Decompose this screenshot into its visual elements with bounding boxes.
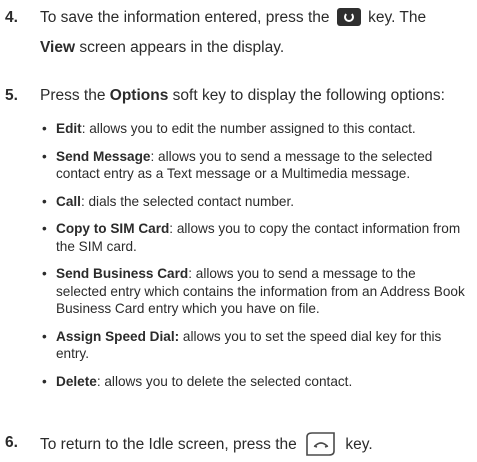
manual-page: 4. To save the information entered, pres…: [0, 0, 477, 462]
option-item: • Call: dials the selected contact number…: [40, 193, 470, 211]
step-text-end: soft key to display the following option…: [168, 87, 445, 104]
view-label: View: [40, 39, 76, 56]
bullet-icon: •: [42, 221, 47, 236]
step-text-end: key.: [345, 436, 373, 453]
option-desc: : allows you to edit the number assigned…: [81, 121, 416, 136]
option-item: • Copy to SIM Card: allows you to copy th…: [40, 220, 470, 255]
step-text: To return to the Idle screen, press the …: [40, 431, 473, 457]
option-label: Copy to SIM Card: [56, 221, 170, 236]
step-number: 5.: [5, 87, 18, 104]
bullet-icon: •: [42, 373, 47, 389]
option-item: • Edit: allows you to edit the number ass…: [40, 120, 470, 138]
ok-key-icon: [336, 8, 361, 26]
option-item: • Assign Speed Dial: allows you to set th…: [40, 328, 470, 363]
option-item: • Send Message: allows you to send a mess…: [40, 148, 470, 183]
step-text: To save the information entered, press t…: [40, 6, 473, 60]
bullet-icon: •: [42, 328, 47, 344]
view-text: screen appears in the display.: [75, 39, 285, 56]
step-text-start: To save the information entered, press t…: [40, 9, 330, 26]
option-item: • Send Business Card: allows you to send …: [40, 265, 470, 318]
option-label: Assign Speed Dial:: [56, 328, 180, 344]
bullet-icon: •: [42, 193, 47, 209]
bullet-icon: •: [42, 148, 47, 164]
option-item: • Delete: allows you to delete the select…: [40, 373, 470, 391]
bullet-icon: •: [42, 266, 47, 281]
step-text: Press the Options soft key to display th…: [40, 84, 473, 108]
end-key-icon: [306, 432, 335, 456]
option-desc: : dials the selected contact number.: [80, 193, 295, 209]
bullet-icon: •: [42, 121, 47, 136]
step-number: 4.: [5, 9, 18, 26]
option-label: Send Message: [56, 148, 151, 164]
step-text-start: To return to the Idle screen, press the: [40, 436, 297, 453]
options-label: Options: [109, 87, 169, 104]
option-label: Call: [56, 193, 81, 209]
option-desc: : allows you to delete the selected cont…: [96, 373, 353, 389]
step-text-start: Press the: [40, 87, 110, 104]
options-list: • Edit: allows you to edit the number ass…: [40, 120, 470, 400]
option-label: Edit: [56, 121, 82, 136]
option-label: Send Business Card: [56, 266, 189, 281]
step-number: 6.: [5, 434, 18, 451]
option-label: Delete: [56, 373, 97, 389]
step-text-end: key. The: [368, 9, 427, 26]
